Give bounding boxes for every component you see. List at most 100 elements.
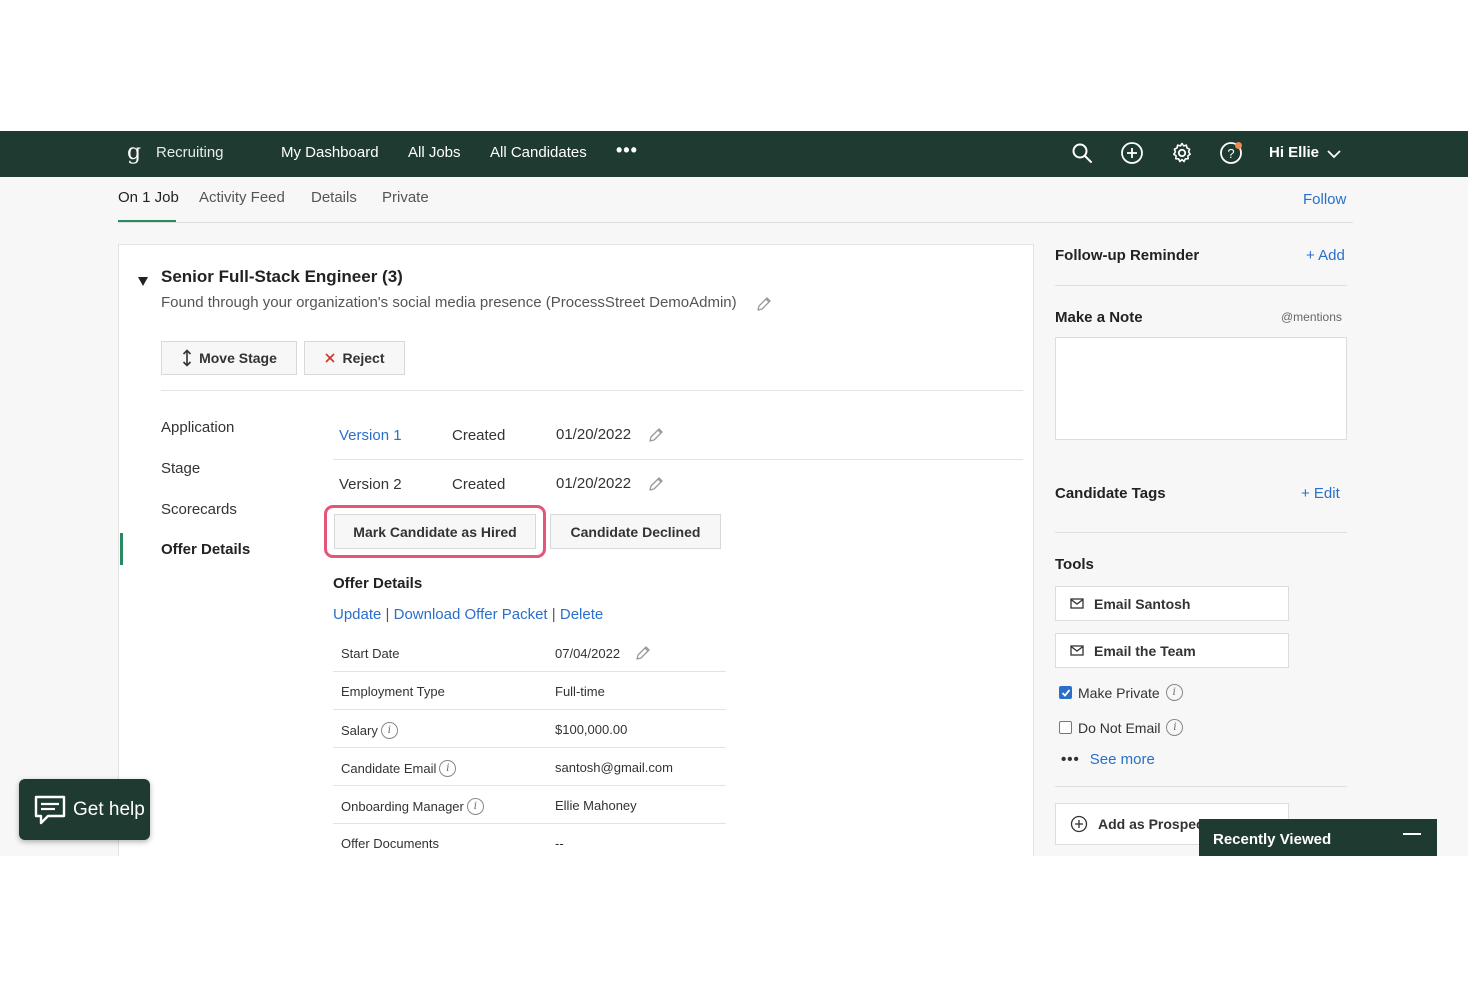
offer-field-value: santosh@gmail.com [555,760,673,775]
update-offer-link[interactable]: Update [333,606,381,623]
recently-viewed-label: Recently Viewed [1213,831,1332,848]
download-offer-packet-link[interactable]: Download Offer Packet [394,606,548,623]
version-2-label: Version 2 [339,476,402,493]
add-circle-icon[interactable] [1120,141,1144,165]
edit-version-2-pencil-icon[interactable] [647,475,665,493]
reject-label: Reject [342,350,385,366]
checkmark-icon [1061,688,1070,697]
nav-my-dashboard[interactable]: My Dashboard [281,144,379,161]
info-icon[interactable]: i [439,760,457,777]
sidenav-offer-details[interactable]: Offer Details [161,541,250,558]
mark-candidate-hired-button[interactable]: Mark Candidate as Hired [334,514,536,549]
gear-icon[interactable] [1170,141,1194,165]
right-divider [1055,532,1347,533]
app-brand-label[interactable]: Recruiting [156,144,224,161]
candidate-tags-title: Candidate Tags [1055,485,1166,502]
sidenav-stage[interactable]: Stage [161,460,200,477]
info-icon[interactable]: i [1166,719,1184,736]
nav-all-jobs[interactable]: All Jobs [408,144,461,161]
table-row: Onboarding Manager i Ellie Mahoney [333,786,726,824]
job-application-card: Senior Full-Stack Engineer (3) Found thr… [118,244,1034,856]
info-icon[interactable]: i [1165,684,1183,701]
candidate-subtabs: On 1 Job Activity Feed Details Private F… [0,177,1468,223]
email-candidate-button[interactable]: Email Santosh [1055,586,1289,621]
edit-tags-link[interactable]: + Edit [1301,485,1340,502]
subtabs-divider [118,222,1353,223]
envelope-icon [1070,598,1084,609]
mentions-hint: @mentions [1281,310,1342,324]
email-team-button[interactable]: Email the Team [1055,633,1289,668]
nav-all-candidates[interactable]: All Candidates [490,144,587,161]
table-row: Start Date 07/04/2022 [333,634,726,672]
version-1-status: Created [452,427,506,444]
offer-details-heading: Offer Details [333,575,423,592]
info-icon[interactable]: i [466,798,484,815]
candidate-declined-button[interactable]: Candidate Declined [550,514,721,549]
search-icon[interactable] [1070,141,1094,165]
envelope-icon [1070,645,1084,656]
follow-link[interactable]: Follow [1303,191,1346,208]
move-stage-button[interactable]: Move Stage [161,341,297,375]
offer-field-label: Candidate Email i [341,760,457,777]
close-icon [325,353,336,363]
chat-bubble-icon [34,795,66,824]
sidenav-application[interactable]: Application [161,419,234,436]
chevron-down-icon[interactable] [1325,145,1343,163]
email-team-label: Email the Team [1094,642,1196,659]
version-1-link[interactable]: Version 1 [339,427,402,444]
move-stage-label: Move Stage [199,350,277,366]
ellipsis-icon: ••• [1061,751,1080,768]
table-row: Salary i $100,000.00 [333,710,726,748]
application-source: Found through your organization's social… [161,294,737,311]
user-greeting[interactable]: Hi Ellie [1269,144,1319,161]
version-divider [333,459,1023,460]
do-not-email-checkbox[interactable] [1059,721,1072,734]
tab-details[interactable]: Details [311,189,357,206]
link-separator: | [551,606,556,623]
minimize-icon[interactable] [1403,833,1421,835]
reject-button[interactable]: Reject [304,341,405,375]
sidenav-scorecards[interactable]: Scorecards [161,501,237,518]
note-input[interactable] [1055,337,1347,440]
version-2-date: 01/20/2022 [556,475,632,492]
edit-version-1-pencil-icon[interactable] [647,426,665,444]
up-down-arrow-icon [183,349,192,367]
offer-field-value: -- [555,836,564,851]
see-more-label: See more [1089,751,1155,768]
delete-offer-link[interactable]: Delete [560,606,603,623]
top-navigation-bar: g Recruiting My Dashboard All Jobs All C… [0,131,1468,177]
edit-start-date-pencil-icon[interactable] [634,644,652,662]
tab-on-1-job[interactable]: On 1 Job [118,189,179,206]
table-row: Employment Type Full-time [333,672,726,710]
make-private-checkbox[interactable] [1059,686,1072,699]
nav-more-icon[interactable]: ••• [616,140,638,161]
version-2-status: Created [452,476,506,493]
get-help-button[interactable]: Get help [19,779,150,840]
tools-title: Tools [1055,556,1094,573]
add-reminder-link[interactable]: + Add [1306,247,1345,264]
app-screenshot: g Recruiting My Dashboard All Jobs All C… [0,131,1468,856]
link-separator: | [385,606,390,623]
right-divider [1055,786,1347,787]
collapse-triangle-icon[interactable] [137,275,149,287]
tab-private[interactable]: Private [382,189,429,206]
recently-viewed-panel[interactable]: Recently Viewed [1199,819,1437,856]
get-help-label: Get help [73,798,145,820]
see-more-link[interactable]: ••• See more [1061,751,1155,768]
offer-field-value: Ellie Mahoney [555,798,637,813]
offer-field-label: Employment Type [341,684,445,699]
add-as-prospect-label: Add as Prospect [1098,816,1209,832]
card-divider [161,390,1023,391]
offer-field-value: $100,000.00 [555,722,628,737]
offer-field-label: Start Date [341,646,400,661]
tab-activity-feed[interactable]: Activity Feed [199,189,285,206]
do-not-email-label: Do Not Email [1078,719,1161,736]
help-icon[interactable]: ? [1219,141,1243,165]
info-icon[interactable]: i [380,722,398,739]
edit-source-pencil-icon[interactable] [755,295,773,313]
right-divider [1055,285,1347,286]
version-1-date: 01/20/2022 [556,426,632,443]
greenhouse-logo-icon[interactable]: g [127,140,141,165]
add-circle-icon [1070,815,1088,833]
offer-field-label: Salary i [341,722,398,739]
